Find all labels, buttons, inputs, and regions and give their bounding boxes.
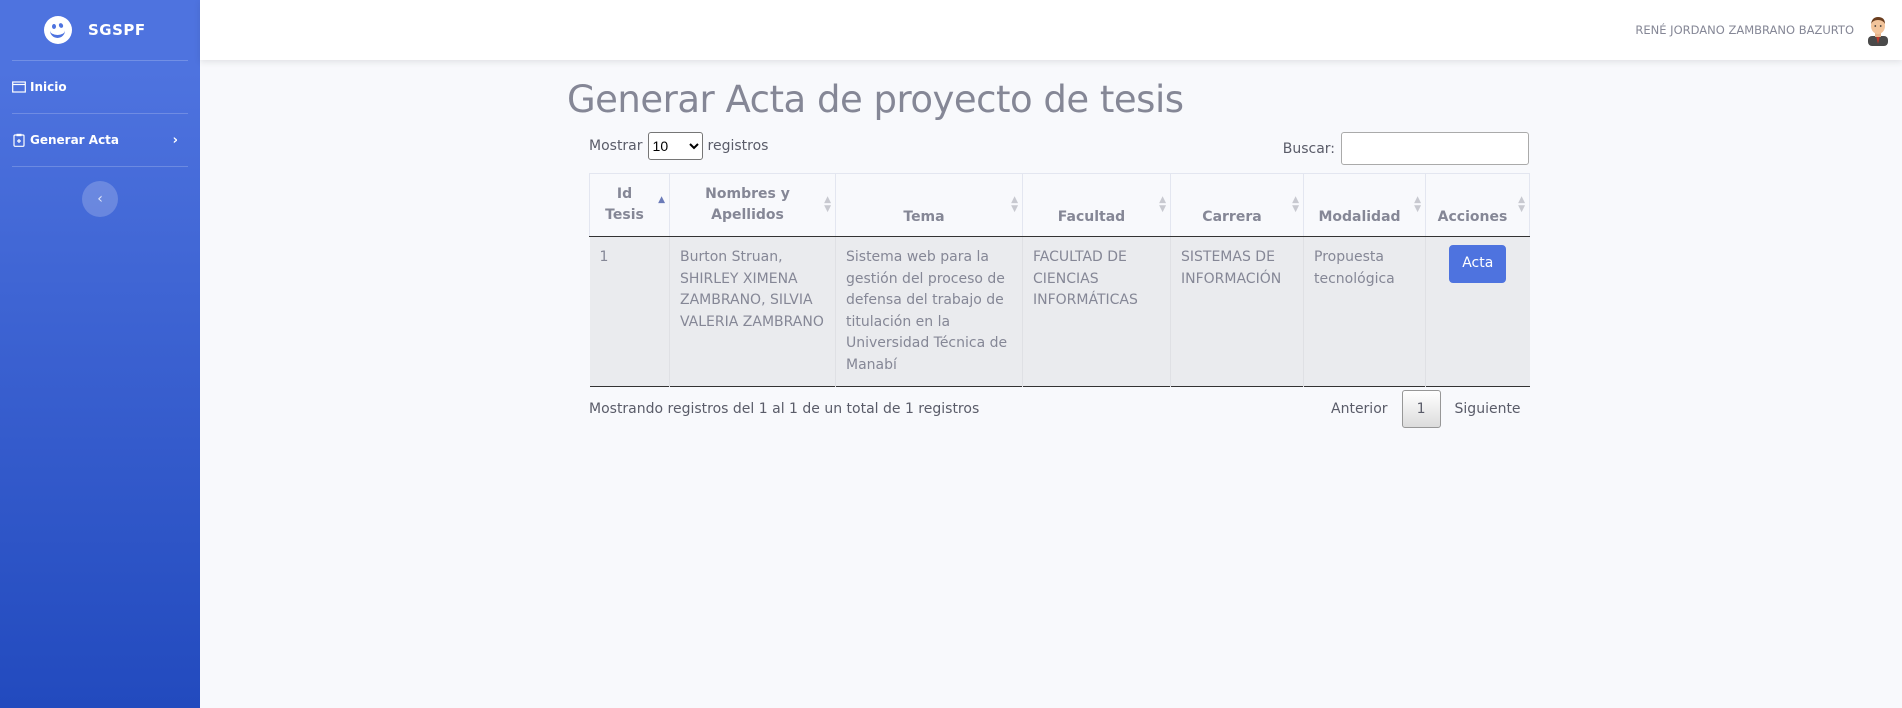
page-title: Generar Acta de proyecto de tesis [567, 78, 1184, 121]
cell-carrera: SISTEMAS DE INFORMACIÓN [1170, 236, 1304, 387]
user-name[interactable]: RENÉ JORDANO ZAMBRANO BAZURTO [1635, 23, 1854, 37]
column-header-tema[interactable]: Tema ▲ ▼ [835, 173, 1023, 237]
column-header-facultad[interactable]: Facultad ▲ ▼ [1022, 173, 1171, 237]
column-header-acciones[interactable]: Acciones ▲ ▼ [1425, 173, 1530, 237]
cell-facultad: FACULTAD DE CIENCIAS INFORMÁTICAS [1022, 236, 1171, 387]
sort-icon: ▲ ▼ [824, 195, 831, 214]
column-header-nombres[interactable]: Nombres y Apellidos ▲ ▼ [669, 173, 836, 237]
pagination: Anterior 1 Siguiente [1317, 390, 1535, 428]
next-page-button[interactable]: Siguiente [1441, 401, 1535, 417]
page-size-select[interactable]: 10 [647, 132, 703, 160]
search-control: Buscar: [1283, 132, 1529, 165]
sidebar-item-label: Inicio [30, 80, 67, 94]
sidebar-item-generar-acta[interactable]: Generar Acta › [0, 114, 200, 166]
sidebar-divider [12, 166, 188, 167]
cell-modalidad: Propuesta tecnológica [1303, 236, 1426, 387]
acta-button[interactable]: Acta [1449, 245, 1507, 283]
thesis-table: Id Tesis ▲ Nombres y Apellidos ▲ ▼ Tema ▲ ▼ F… [589, 173, 1530, 387]
sort-icon: ▲ ▼ [1159, 195, 1166, 214]
cell-acciones: Acta [1425, 236, 1530, 387]
sidebar-item-label: Generar Acta [30, 133, 120, 147]
clipboard-icon [12, 133, 26, 147]
brand-name: SGSPF [88, 21, 146, 39]
table-controls: Mostrar 10 registros Buscar: [589, 132, 1529, 166]
laugh-wink-icon [44, 16, 72, 44]
cell-nombres: Burton Struan, SHIRLEY XIMENA ZAMBRANO, … [669, 236, 836, 387]
cell-tema: Sistema web para la gestión del proceso … [835, 236, 1023, 387]
sort-asc-icon: ▲ [658, 195, 665, 205]
search-label: Buscar: [1282, 140, 1335, 157]
page-length-control: Mostrar 10 registros [589, 132, 768, 160]
topbar: RENÉ JORDANO ZAMBRANO BAZURTO [200, 0, 1902, 60]
sidebar: SGSPF Inicio Generar Acta › ‹ [0, 0, 200, 708]
table-row: 1 Burton Struan, SHIRLEY XIMENA ZAMBRANO… [589, 236, 1530, 387]
table-info: Mostrando registros del 1 al 1 de un tot… [589, 401, 980, 417]
chevron-right-icon: › [172, 132, 178, 148]
page-button-1[interactable]: 1 [1401, 390, 1441, 428]
sort-icon: ▲ ▼ [1518, 195, 1525, 214]
previous-page-button[interactable]: Anterior [1317, 401, 1402, 417]
avatar[interactable] [1864, 14, 1892, 46]
search-input[interactable] [1341, 132, 1529, 165]
window-icon [12, 80, 26, 94]
column-header-id[interactable]: Id Tesis ▲ [589, 173, 670, 237]
chevron-left-icon: ‹ [97, 191, 103, 207]
cell-id: 1 [589, 236, 670, 387]
column-header-modalidad[interactable]: Modalidad ▲ ▼ [1303, 173, 1426, 237]
show-label: Mostrar [589, 138, 643, 154]
sort-icon: ▲ ▼ [1414, 195, 1421, 214]
column-header-carrera[interactable]: Carrera ▲ ▼ [1170, 173, 1304, 237]
sort-icon: ▲ ▼ [1011, 195, 1018, 214]
sidebar-toggle-button[interactable]: ‹ [82, 181, 118, 217]
brand[interactable]: SGSPF [0, 0, 200, 60]
records-label: registros [707, 138, 769, 154]
table-header-row: Id Tesis ▲ Nombres y Apellidos ▲ ▼ Tema ▲ ▼ F… [589, 173, 1530, 237]
sort-icon: ▲ ▼ [1292, 195, 1299, 214]
sidebar-item-inicio[interactable]: Inicio [0, 61, 200, 113]
